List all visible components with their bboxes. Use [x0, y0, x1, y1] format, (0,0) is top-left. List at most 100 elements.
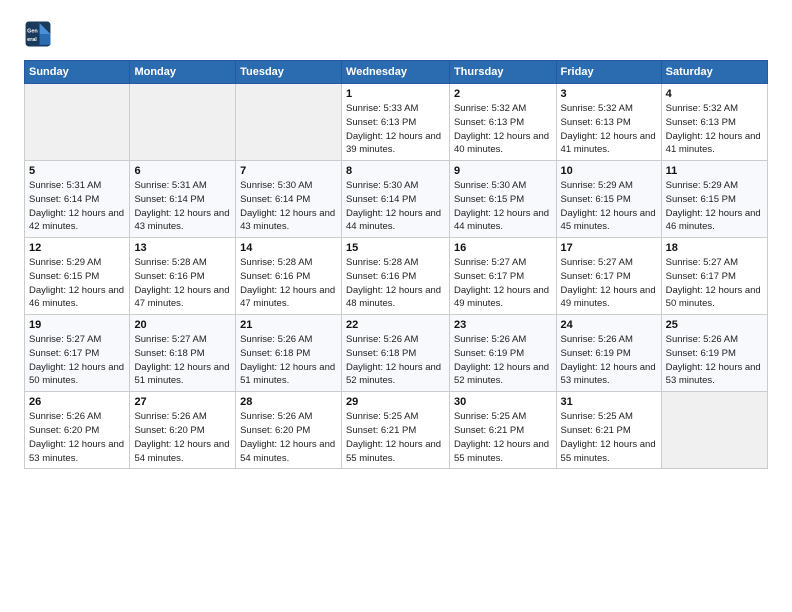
weekday-header-sunday: Sunday [25, 61, 130, 84]
day-info: Sunrise: 5:27 AM Sunset: 6:17 PM Dayligh… [454, 256, 552, 311]
calendar-cell [236, 84, 342, 161]
day-info: Sunrise: 5:26 AM Sunset: 6:20 PM Dayligh… [29, 410, 125, 465]
calendar-cell: 17 Sunrise: 5:27 AM Sunset: 6:17 PM Dayli… [556, 238, 661, 315]
weekday-header-saturday: Saturday [661, 61, 767, 84]
day-info: Sunrise: 5:29 AM Sunset: 6:15 PM Dayligh… [561, 179, 657, 234]
day-number: 2 [454, 88, 552, 100]
day-info: Sunrise: 5:27 AM Sunset: 6:17 PM Dayligh… [561, 256, 657, 311]
weekday-header-friday: Friday [556, 61, 661, 84]
calendar-cell: 25Sunrise: 5:26 AM Sunset: 6:19 PM Dayli… [661, 315, 767, 392]
header: Gen eral [24, 20, 768, 48]
calendar-cell: 31 Sunrise: 5:25 AM Sunset: 6:21 PM Dayli… [556, 392, 661, 469]
day-info: Sunrise: 5:27 AM Sunset: 6:17 PM Dayligh… [29, 333, 125, 388]
day-number: 5 [29, 165, 125, 177]
day-info: Sunrise: 5:28 AM Sunset: 6:16 PM Dayligh… [346, 256, 445, 311]
calendar-cell: 13Sunrise: 5:28 AM Sunset: 6:16 PM Dayli… [130, 238, 236, 315]
day-info: Sunrise: 5:29 AM Sunset: 6:15 PM Dayligh… [29, 256, 125, 311]
day-info: Sunrise: 5:26 AM Sunset: 6:19 PM Dayligh… [666, 333, 763, 388]
weekday-header-tuesday: Tuesday [236, 61, 342, 84]
day-number: 11 [666, 165, 763, 177]
day-info: Sunrise: 5:31 AM Sunset: 6:14 PM Dayligh… [29, 179, 125, 234]
calendar-week-row: 1 Sunrise: 5:33 AM Sunset: 6:13 PM Daylig… [25, 84, 768, 161]
calendar-cell: 10 Sunrise: 5:29 AM Sunset: 6:15 PM Dayli… [556, 161, 661, 238]
calendar-week-row: 5 Sunrise: 5:31 AM Sunset: 6:14 PM Daylig… [25, 161, 768, 238]
page: Gen eral SundayMondayTuesdayWednesdayThu… [0, 0, 792, 612]
day-number: 24 [561, 319, 657, 331]
day-info: Sunrise: 5:31 AM Sunset: 6:14 PM Dayligh… [134, 179, 231, 234]
day-number: 22 [346, 319, 445, 331]
day-info: Sunrise: 5:27 AM Sunset: 6:17 PM Dayligh… [666, 256, 763, 311]
day-info: Sunrise: 5:27 AM Sunset: 6:18 PM Dayligh… [134, 333, 231, 388]
day-number: 21 [240, 319, 337, 331]
calendar-cell [25, 84, 130, 161]
calendar-cell: 21Sunrise: 5:26 AM Sunset: 6:18 PM Dayli… [236, 315, 342, 392]
day-number: 28 [240, 396, 337, 408]
day-info: Sunrise: 5:28 AM Sunset: 6:16 PM Dayligh… [134, 256, 231, 311]
day-number: 30 [454, 396, 552, 408]
day-number: 14 [240, 242, 337, 254]
calendar-cell: 29Sunrise: 5:25 AM Sunset: 6:21 PM Dayli… [342, 392, 450, 469]
calendar-cell: 30Sunrise: 5:25 AM Sunset: 6:21 PM Dayli… [449, 392, 556, 469]
day-info: Sunrise: 5:26 AM Sunset: 6:19 PM Dayligh… [454, 333, 552, 388]
logo: Gen eral [24, 20, 56, 48]
day-info: Sunrise: 5:33 AM Sunset: 6:13 PM Dayligh… [346, 102, 445, 157]
day-number: 6 [134, 165, 231, 177]
day-number: 10 [561, 165, 657, 177]
day-info: Sunrise: 5:25 AM Sunset: 6:21 PM Dayligh… [346, 410, 445, 465]
day-number: 18 [666, 242, 763, 254]
day-number: 20 [134, 319, 231, 331]
day-number: 9 [454, 165, 552, 177]
calendar-cell: 4 Sunrise: 5:32 AM Sunset: 6:13 PM Daylig… [661, 84, 767, 161]
day-number: 26 [29, 396, 125, 408]
calendar-cell: 3Sunrise: 5:32 AM Sunset: 6:13 PM Daylig… [556, 84, 661, 161]
calendar-cell: 5 Sunrise: 5:31 AM Sunset: 6:14 PM Daylig… [25, 161, 130, 238]
day-info: Sunrise: 5:30 AM Sunset: 6:14 PM Dayligh… [346, 179, 445, 234]
day-number: 19 [29, 319, 125, 331]
day-number: 12 [29, 242, 125, 254]
day-number: 3 [561, 88, 657, 100]
calendar-cell: 2 Sunrise: 5:32 AM Sunset: 6:13 PM Daylig… [449, 84, 556, 161]
day-info: Sunrise: 5:26 AM Sunset: 6:18 PM Dayligh… [346, 333, 445, 388]
calendar-cell: 1 Sunrise: 5:33 AM Sunset: 6:13 PM Daylig… [342, 84, 450, 161]
svg-text:eral: eral [27, 37, 37, 43]
calendar-week-row: 26 Sunrise: 5:26 AM Sunset: 6:20 PM Dayli… [25, 392, 768, 469]
calendar-cell: 11 Sunrise: 5:29 AM Sunset: 6:15 PM Dayli… [661, 161, 767, 238]
calendar-cell: 23 Sunrise: 5:26 AM Sunset: 6:19 PM Dayli… [449, 315, 556, 392]
calendar-cell: 22 Sunrise: 5:26 AM Sunset: 6:18 PM Dayli… [342, 315, 450, 392]
calendar-cell [130, 84, 236, 161]
calendar-cell: 24Sunrise: 5:26 AM Sunset: 6:19 PM Dayli… [556, 315, 661, 392]
logo-icon: Gen eral [24, 20, 52, 48]
calendar-week-row: 12 Sunrise: 5:29 AM Sunset: 6:15 PM Dayli… [25, 238, 768, 315]
calendar-cell: 20 Sunrise: 5:27 AM Sunset: 6:18 PM Dayli… [130, 315, 236, 392]
calendar-cell: 15Sunrise: 5:28 AM Sunset: 6:16 PM Dayli… [342, 238, 450, 315]
day-number: 31 [561, 396, 657, 408]
calendar-cell: 8 Sunrise: 5:30 AM Sunset: 6:14 PM Daylig… [342, 161, 450, 238]
calendar-cell: 27 Sunrise: 5:26 AM Sunset: 6:20 PM Dayli… [130, 392, 236, 469]
calendar-cell: 18 Sunrise: 5:27 AM Sunset: 6:17 PM Dayli… [661, 238, 767, 315]
calendar-cell: 14 Sunrise: 5:28 AM Sunset: 6:16 PM Dayli… [236, 238, 342, 315]
day-info: Sunrise: 5:26 AM Sunset: 6:20 PM Dayligh… [134, 410, 231, 465]
calendar-cell: 12 Sunrise: 5:29 AM Sunset: 6:15 PM Dayli… [25, 238, 130, 315]
day-info: Sunrise: 5:26 AM Sunset: 6:20 PM Dayligh… [240, 410, 337, 465]
day-info: Sunrise: 5:32 AM Sunset: 6:13 PM Dayligh… [454, 102, 552, 157]
day-info: Sunrise: 5:28 AM Sunset: 6:16 PM Dayligh… [240, 256, 337, 311]
calendar-cell: 16 Sunrise: 5:27 AM Sunset: 6:17 PM Dayli… [449, 238, 556, 315]
day-info: Sunrise: 5:25 AM Sunset: 6:21 PM Dayligh… [561, 410, 657, 465]
day-number: 7 [240, 165, 337, 177]
weekday-header-monday: Monday [130, 61, 236, 84]
day-number: 8 [346, 165, 445, 177]
day-number: 27 [134, 396, 231, 408]
calendar-cell: 19 Sunrise: 5:27 AM Sunset: 6:17 PM Dayli… [25, 315, 130, 392]
calendar-cell: 28 Sunrise: 5:26 AM Sunset: 6:20 PM Dayli… [236, 392, 342, 469]
day-info: Sunrise: 5:32 AM Sunset: 6:13 PM Dayligh… [666, 102, 763, 157]
day-number: 16 [454, 242, 552, 254]
day-number: 23 [454, 319, 552, 331]
day-number: 17 [561, 242, 657, 254]
day-info: Sunrise: 5:29 AM Sunset: 6:15 PM Dayligh… [666, 179, 763, 234]
weekday-header-thursday: Thursday [449, 61, 556, 84]
day-number: 1 [346, 88, 445, 100]
day-number: 4 [666, 88, 763, 100]
weekday-header-wednesday: Wednesday [342, 61, 450, 84]
svg-text:Gen: Gen [27, 28, 38, 34]
calendar-week-row: 19 Sunrise: 5:27 AM Sunset: 6:17 PM Dayli… [25, 315, 768, 392]
